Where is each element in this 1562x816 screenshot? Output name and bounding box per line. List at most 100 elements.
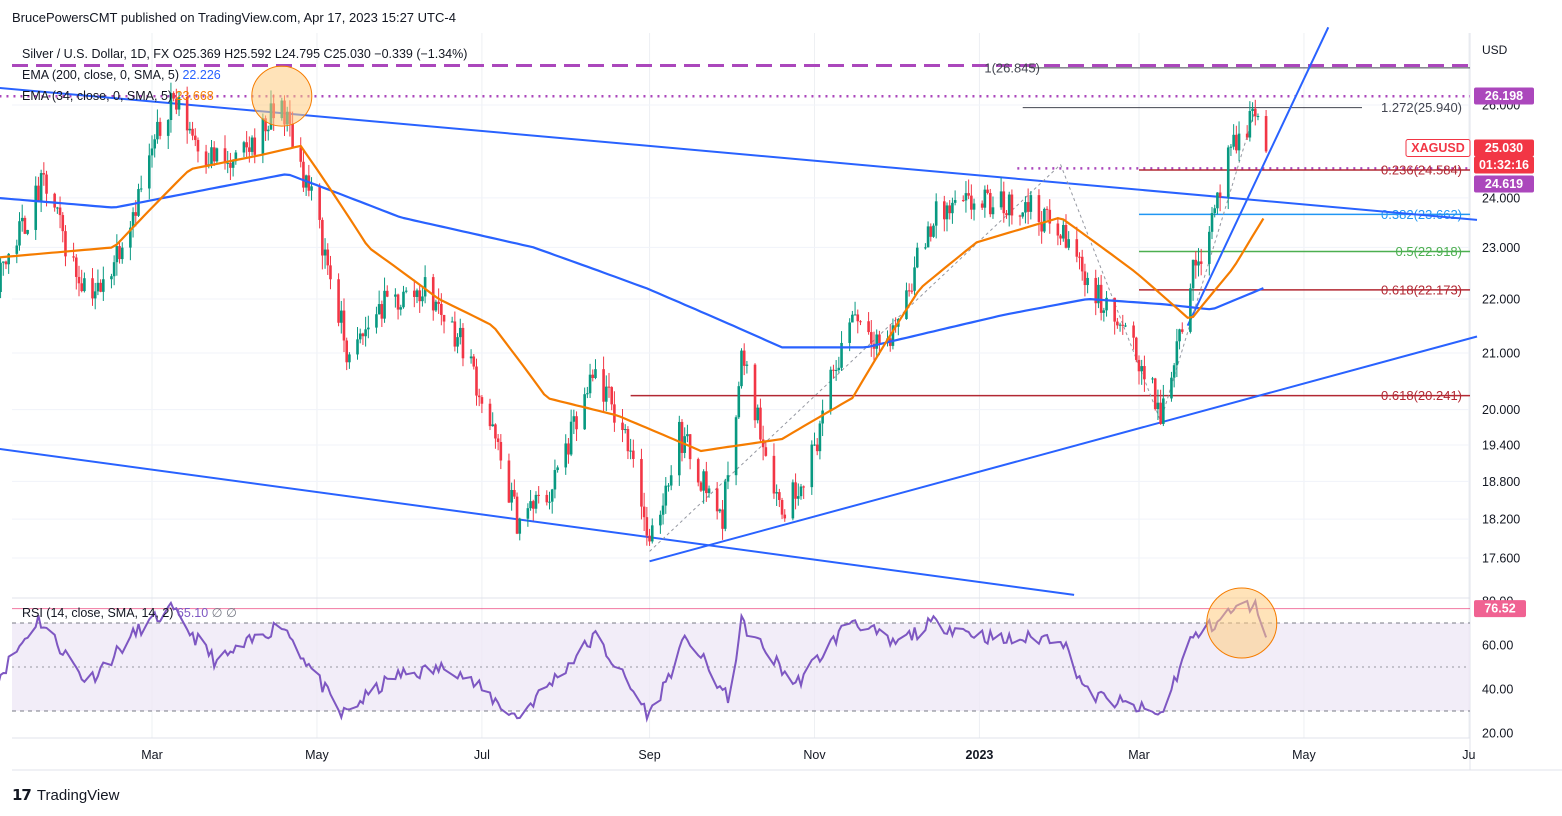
candle-18 bbox=[61, 212, 65, 243]
candle-293 bbox=[1102, 307, 1106, 322]
candle-143 bbox=[534, 491, 538, 514]
candle-38 bbox=[137, 183, 140, 217]
candle-body bbox=[932, 225, 935, 237]
candle-body bbox=[1078, 256, 1081, 258]
candle-272 bbox=[1024, 196, 1027, 224]
time-label-8: Ju bbox=[1462, 748, 1475, 762]
candle-149 bbox=[556, 465, 559, 473]
candle-134 bbox=[499, 434, 503, 470]
price-tick-3: 22.000 bbox=[1482, 292, 1520, 306]
candle-body bbox=[645, 517, 649, 536]
candle-body bbox=[1232, 134, 1235, 147]
candle-body bbox=[799, 486, 803, 497]
candle-body bbox=[39, 173, 43, 202]
candle-body bbox=[245, 142, 248, 148]
candle-263 bbox=[988, 188, 992, 218]
candle-body bbox=[375, 314, 378, 328]
candle-72 bbox=[266, 125, 270, 141]
brand-name: TradingView bbox=[36, 786, 120, 804]
price-badge-1: XAGUSD bbox=[1405, 139, 1471, 157]
tradingview-brand[interactable]: 𝟭𝟳 TradingView bbox=[12, 786, 120, 805]
candle-body bbox=[291, 123, 294, 148]
candle-113 bbox=[421, 288, 424, 307]
candle-44 bbox=[158, 117, 162, 140]
candle-208 bbox=[780, 497, 784, 520]
candle-body bbox=[594, 369, 597, 379]
candle-122 bbox=[456, 333, 459, 354]
candle-7 bbox=[20, 204, 24, 232]
candle-body bbox=[394, 294, 397, 297]
candle-body bbox=[412, 290, 416, 297]
candle-322 bbox=[1213, 204, 1217, 218]
candle-121 bbox=[453, 311, 457, 352]
candle-124 bbox=[461, 323, 465, 367]
currency-label: USD bbox=[1482, 43, 1508, 57]
candle-body bbox=[1170, 377, 1173, 399]
candle-5 bbox=[15, 239, 19, 264]
candle-36 bbox=[131, 207, 135, 238]
candle-334 bbox=[1256, 113, 1260, 121]
candle-body bbox=[58, 207, 62, 216]
candle-body bbox=[967, 193, 970, 196]
candle-294 bbox=[1105, 291, 1108, 317]
candle-body bbox=[661, 505, 665, 515]
candle-body bbox=[696, 459, 700, 483]
candle-65 bbox=[242, 140, 246, 158]
candle-160 bbox=[602, 356, 605, 412]
candle-277 bbox=[1043, 207, 1046, 234]
candle-body bbox=[775, 492, 778, 494]
candle-body bbox=[1061, 224, 1065, 239]
candle-41 bbox=[150, 135, 154, 168]
candle-118 bbox=[440, 293, 443, 326]
candle-body bbox=[796, 496, 800, 499]
candle-167 bbox=[626, 426, 630, 460]
candle-300 bbox=[1132, 321, 1135, 350]
candle-256 bbox=[964, 181, 968, 213]
candle-306 bbox=[1153, 377, 1157, 411]
candle-100 bbox=[375, 306, 378, 334]
candle-289 bbox=[1086, 272, 1089, 294]
candle-139 bbox=[518, 517, 522, 541]
rsi-legend: RSI (14, close, SMA, 14, 2) 65.10 ∅ ∅ bbox=[22, 606, 237, 620]
candle-225 bbox=[848, 318, 851, 352]
rsi-legend-extras: ∅ ∅ bbox=[208, 606, 237, 620]
candle-body bbox=[1132, 325, 1135, 338]
candle-body bbox=[545, 494, 549, 503]
candle-153 bbox=[572, 409, 576, 435]
candle-body bbox=[810, 444, 814, 488]
candle-body bbox=[1143, 366, 1146, 380]
candle-body bbox=[1010, 194, 1014, 216]
candle-body bbox=[964, 193, 968, 201]
candle-173 bbox=[648, 528, 651, 546]
candle-264 bbox=[991, 196, 995, 219]
candle-body bbox=[147, 155, 151, 189]
candle-body bbox=[383, 290, 386, 319]
candle-290 bbox=[1094, 269, 1098, 316]
candle-body bbox=[1213, 208, 1217, 214]
candle-185 bbox=[696, 457, 700, 487]
candle-226 bbox=[851, 310, 854, 323]
candle-body bbox=[572, 416, 576, 422]
candle-279 bbox=[1048, 199, 1052, 234]
candle-body bbox=[1029, 195, 1033, 212]
candle-55 bbox=[204, 144, 208, 174]
candle-body bbox=[726, 475, 730, 482]
candle-body bbox=[150, 148, 154, 156]
candle-body bbox=[1043, 208, 1046, 232]
candle-60 bbox=[223, 135, 227, 170]
candle-body bbox=[229, 162, 232, 168]
candle-body bbox=[610, 387, 613, 405]
candle-body bbox=[834, 369, 838, 371]
candle-body bbox=[18, 221, 21, 246]
legend-ema-value: 23.668 bbox=[176, 89, 214, 103]
candle-body bbox=[986, 189, 989, 193]
candle-body bbox=[1218, 192, 1222, 198]
candle-body bbox=[56, 207, 59, 209]
candle-body bbox=[266, 129, 270, 132]
candle-body bbox=[1210, 213, 1214, 232]
candle-body bbox=[1172, 365, 1176, 378]
candle-253 bbox=[951, 197, 954, 224]
price-chart[interactable]: 1(26.845)1.272(25.940)0.236(24.584)0.382… bbox=[0, 0, 1562, 816]
candle-body bbox=[991, 207, 995, 215]
candle-body bbox=[718, 509, 722, 512]
